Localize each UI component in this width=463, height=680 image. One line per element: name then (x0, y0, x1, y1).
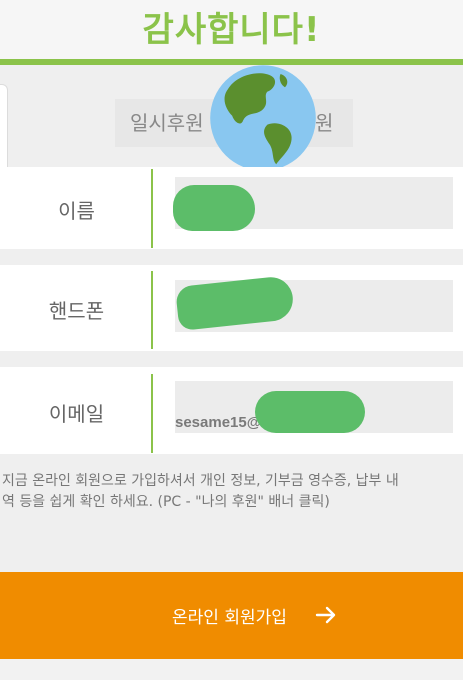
redaction-mark (173, 185, 255, 231)
info-line: 지금 온라인 회원으로 가입하셔서 개인 정보, 기부금 영수증, 납부 내 (2, 473, 399, 489)
row-divider (151, 169, 153, 248)
phone-label: 핸드폰 (48, 299, 105, 323)
bottom-area (0, 659, 463, 680)
redaction-mark (255, 391, 365, 433)
signup-button-label: 온라인 회원가입 (172, 608, 287, 628)
email-label: 이메일 (48, 402, 105, 426)
arrow-right-icon (315, 606, 336, 624)
header: 감사합니다! (0, 0, 463, 59)
redaction-mark (175, 275, 295, 331)
name-label: 이름 (58, 199, 95, 223)
globe-icon (210, 65, 316, 171)
phone-field[interactable] (175, 275, 453, 332)
email-field[interactable]: sesame15@ (175, 381, 453, 433)
info-line: 역 등을 쉽게 확인 하세요. (PC - "나의 후원" 배너 클릭) (2, 494, 330, 510)
online-signup-button[interactable]: 온라인 회원가입 (0, 572, 463, 659)
phone-row: 핸드폰 (0, 265, 463, 351)
tab-one-time-donation[interactable]: 일시후원 (130, 99, 204, 147)
name-field[interactable] (173, 177, 453, 231)
email-value: sesame15@ (175, 414, 262, 431)
row-divider (151, 271, 153, 349)
name-row: 이름 (0, 167, 463, 249)
row-divider (151, 374, 153, 453)
email-row: 이메일 sesame15@ (0, 367, 463, 454)
page-title: 감사합니다! (142, 10, 321, 50)
membership-info-text: 지금 온라인 회원으로 가입하셔서 개인 정보, 기부금 영수증, 납부 내 역… (2, 471, 463, 513)
